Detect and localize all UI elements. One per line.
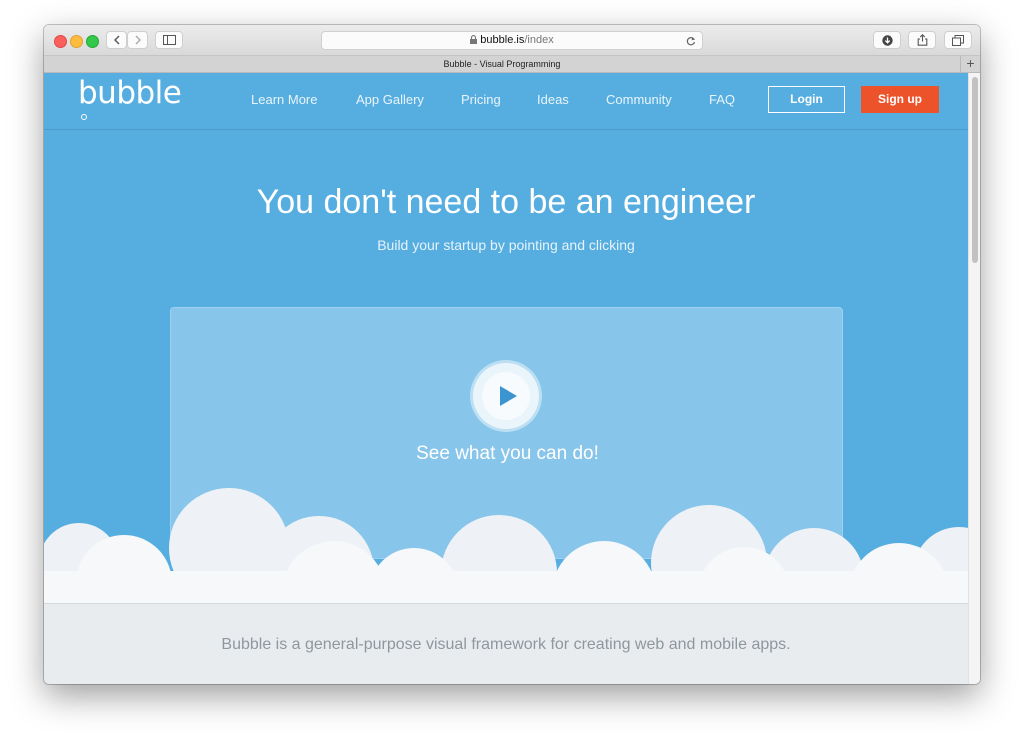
- nav-link-ideas[interactable]: Ideas: [537, 92, 569, 107]
- address-bar[interactable]: bubble.is/index: [321, 31, 703, 50]
- share-button[interactable]: [908, 31, 936, 49]
- nav-link-learn-more[interactable]: Learn More: [251, 92, 317, 107]
- tagline-section: Bubble is a general-purpose visual frame…: [44, 603, 968, 684]
- play-button-inner: [482, 372, 530, 420]
- nav-link-app-gallery[interactable]: App Gallery: [356, 92, 424, 107]
- site-navbar: bubble Learn More App Gallery Pricing Id…: [44, 73, 968, 130]
- tab-title[interactable]: Bubble - Visual Programming: [44, 56, 960, 72]
- nav-link-faq[interactable]: FAQ: [709, 92, 735, 107]
- page-viewport: bubble Learn More App Gallery Pricing Id…: [44, 73, 968, 684]
- clouds-illustration: [44, 488, 968, 603]
- url-path: /index: [524, 34, 554, 46]
- nav-link-community[interactable]: Community: [606, 92, 672, 107]
- play-icon: [500, 386, 517, 406]
- login-button[interactable]: Login: [768, 86, 845, 113]
- chevron-left-icon: [113, 35, 119, 45]
- bubble-logo[interactable]: bubble: [78, 75, 182, 111]
- nav-link-pricing[interactable]: Pricing: [461, 92, 501, 107]
- tab-bar: Bubble - Visual Programming +: [44, 56, 980, 73]
- close-window-button[interactable]: [54, 35, 67, 48]
- new-tab-button[interactable]: +: [960, 56, 980, 72]
- minimize-window-button[interactable]: [70, 35, 83, 48]
- chevron-right-icon: [135, 35, 141, 45]
- browser-window: bubble.is/index Bubble - Visual Programm…: [44, 25, 980, 684]
- scroll-thumb[interactable]: [972, 77, 978, 263]
- tagline-text: Bubble is a general-purpose visual frame…: [221, 636, 791, 653]
- download-icon: [881, 34, 893, 46]
- tabs-icon: [952, 34, 964, 46]
- sidebar-toggle-button[interactable]: [155, 31, 183, 49]
- url-domain: bubble.is: [480, 34, 525, 46]
- play-button[interactable]: [473, 363, 539, 429]
- back-button[interactable]: [106, 31, 127, 49]
- signup-button[interactable]: Sign up: [861, 86, 939, 113]
- hero-headline: You don't need to be an engineer: [256, 183, 756, 221]
- sidebar-icon: [162, 35, 176, 45]
- page-scrollbar[interactable]: [968, 73, 980, 684]
- browser-toolbar: bubble.is/index: [44, 25, 980, 56]
- downloads-button[interactable]: [873, 31, 901, 49]
- hero-subheadline: Build your startup by pointing and click…: [377, 237, 635, 253]
- forward-button[interactable]: [127, 31, 148, 49]
- reload-icon[interactable]: [686, 36, 696, 46]
- lock-icon: [470, 35, 478, 44]
- share-icon: [917, 34, 927, 46]
- logo-bubble-dot: [81, 114, 87, 120]
- zoom-window-button[interactable]: [86, 35, 99, 48]
- tabs-overview-button[interactable]: [944, 31, 972, 49]
